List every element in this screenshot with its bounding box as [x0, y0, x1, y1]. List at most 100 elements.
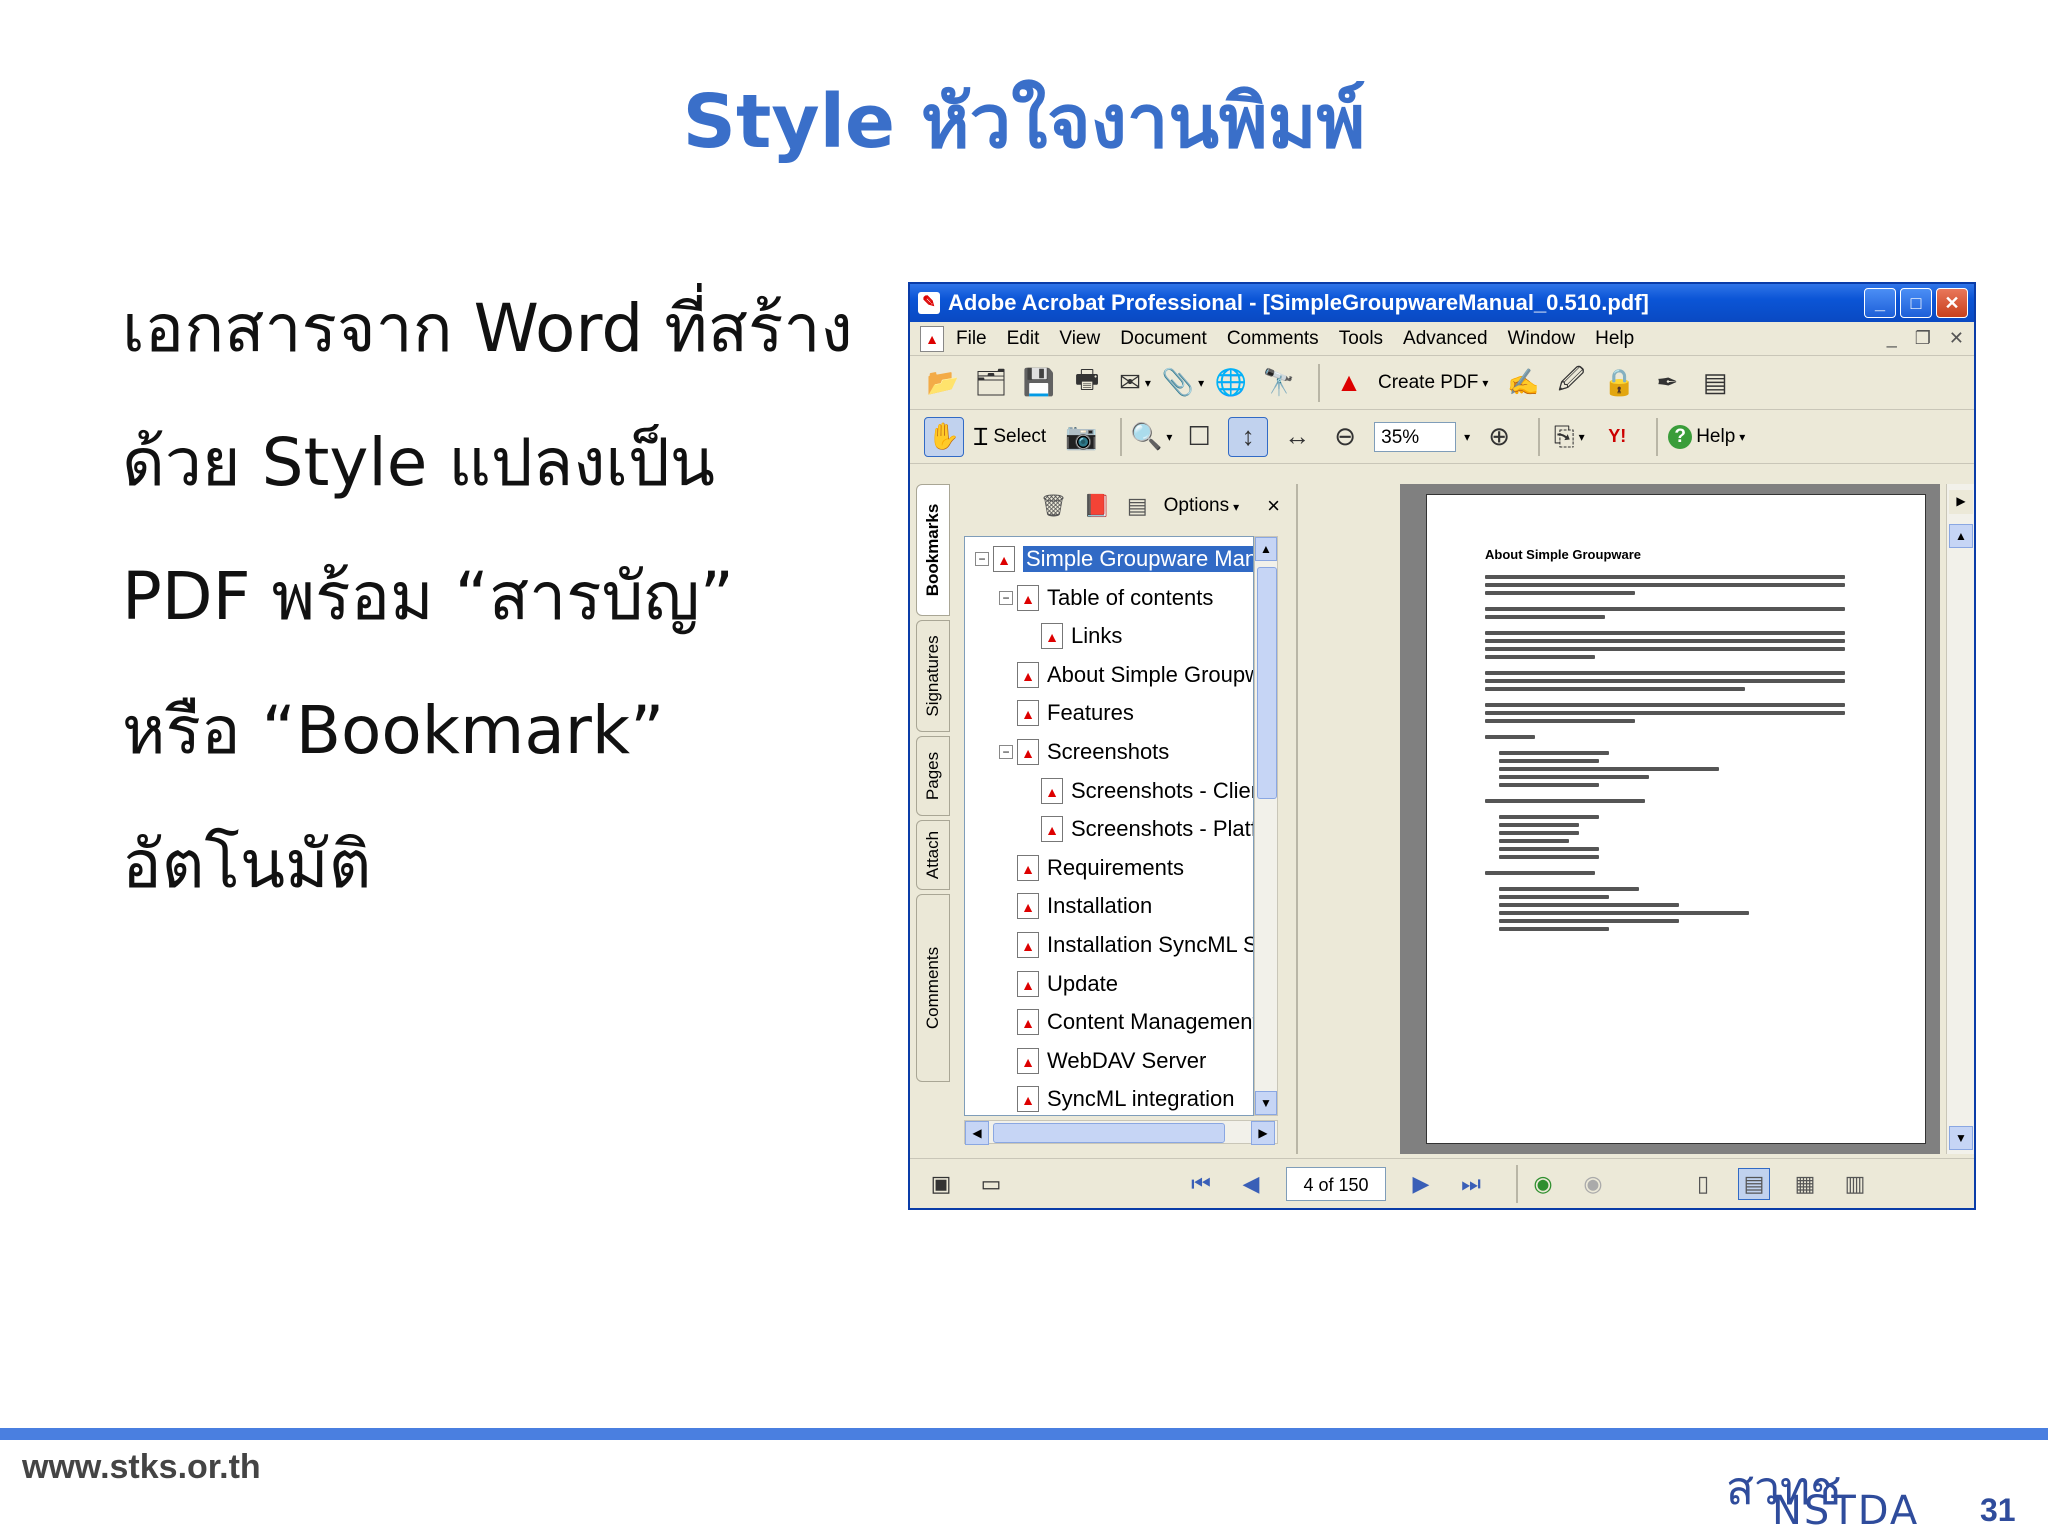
menu-edit[interactable]: Edit: [1007, 328, 1040, 350]
go-forward-icon[interactable]: ◉: [1578, 1169, 1608, 1199]
zoom-in-circle-icon[interactable]: ⊕: [1480, 418, 1518, 456]
open-icon[interactable]: 📂: [924, 364, 962, 402]
secure-lock-icon[interactable]: 🔒: [1600, 364, 1638, 402]
select-tool-button[interactable]: Ɪ Select: [974, 420, 1046, 453]
bookmark-item[interactable]: ▲ About Simple Groupware: [999, 657, 1253, 693]
scroll-thumb[interactable]: [1257, 567, 1277, 799]
new-bookmark-icon[interactable]: 📕: [1083, 493, 1110, 519]
collapse-toggle-icon[interactable]: −: [999, 745, 1013, 759]
menu-document[interactable]: Document: [1120, 328, 1207, 350]
tab-bookmarks[interactable]: Bookmarks: [916, 484, 950, 616]
zoom-in-icon[interactable]: 🔍 ▾: [1130, 418, 1172, 456]
pdf-page[interactable]: About Simple Groupware: [1426, 494, 1926, 1144]
continuous-page-icon[interactable]: ▤: [1738, 1167, 1770, 1200]
yahoo-icon[interactable]: Y!: [1598, 418, 1636, 456]
previous-page-icon[interactable]: ◀: [1236, 1169, 1266, 1199]
page-size-icon[interactable]: ▭: [976, 1169, 1006, 1199]
doc-close-button[interactable]: ✕: [1949, 328, 1964, 349]
fit-page-icon[interactable]: ↕: [1228, 416, 1269, 457]
bookmark-item[interactable]: ▲ Update: [999, 966, 1118, 1002]
minimize-button[interactable]: _: [1864, 288, 1896, 318]
continuous-facing-icon[interactable]: ▥: [1840, 1169, 1870, 1199]
tab-signatures[interactable]: Signatures: [916, 620, 950, 732]
bookmark-item[interactable]: ▲ Installation: [999, 888, 1152, 924]
bookmark-item[interactable]: ▲ Links: [1023, 618, 1122, 654]
search-binoculars-icon[interactable]: 🔭: [1260, 364, 1298, 402]
help-button[interactable]: ? Help ▾: [1668, 424, 1745, 449]
bookmark-item[interactable]: ▲ SyncML integration: [999, 1081, 1235, 1115]
scroll-down-arrow-icon[interactable]: ▼: [1949, 1126, 1973, 1150]
zoom-dropdown-icon[interactable]: ▾: [1464, 430, 1470, 444]
tab-attachments[interactable]: Attach: [916, 820, 950, 890]
document-view[interactable]: About Simple Groupware: [1400, 484, 1940, 1154]
create-pdf-button[interactable]: ▲ Create PDF ▾: [1330, 364, 1488, 402]
hand-tool-icon[interactable]: ✋: [924, 416, 964, 457]
options-menu[interactable]: Options ▾: [1164, 495, 1240, 517]
web-icon[interactable]: 🌐: [1212, 364, 1250, 402]
form-icon[interactable]: 🖉: [1552, 364, 1590, 402]
next-page-icon[interactable]: ▶: [1406, 1169, 1436, 1199]
tab-pages[interactable]: Pages: [916, 736, 950, 816]
doc-minimize-button[interactable]: _: [1887, 328, 1897, 349]
bookmark-item[interactable]: ▲ Screenshots - Platforms: [1023, 811, 1253, 847]
menu-view[interactable]: View: [1059, 328, 1100, 350]
bookmark-item[interactable]: ▲ Content Management: [999, 1004, 1253, 1040]
review-icon[interactable]: ✍: [1504, 364, 1542, 402]
sign-pen-icon[interactable]: ✒: [1648, 364, 1686, 402]
bookmark-item[interactable]: −▲ Simple Groupware Manual: [975, 541, 1253, 577]
bookmark-item[interactable]: ▲ WebDAV Server: [999, 1043, 1206, 1079]
expand-bookmark-icon[interactable]: ▤: [1127, 493, 1148, 519]
organizer-icon[interactable]: 🗂: [972, 364, 1010, 402]
delete-bookmark-icon[interactable]: 🗑: [1039, 493, 1067, 519]
menu-tools[interactable]: Tools: [1339, 328, 1383, 350]
menu-advanced[interactable]: Advanced: [1403, 328, 1488, 350]
attach-icon[interactable]: 📎 ▾: [1162, 364, 1204, 402]
bookmark-vertical-scrollbar[interactable]: ▲ ▼: [1254, 536, 1278, 1116]
window-titlebar[interactable]: ✎ Adobe Acrobat Professional - [SimpleGr…: [910, 284, 1974, 322]
document-vertical-scrollbar[interactable]: ▶ ▲ ▼: [1946, 484, 1974, 1154]
last-page-icon[interactable]: ⏭: [1456, 1169, 1486, 1199]
panel-expand-arrow-icon[interactable]: ▶: [1949, 490, 1973, 514]
tab-comments[interactable]: Comments: [916, 894, 950, 1082]
menu-window[interactable]: Window: [1508, 328, 1576, 350]
page-number-field[interactable]: 4 of 150: [1286, 1166, 1386, 1201]
menu-comments[interactable]: Comments: [1227, 328, 1319, 350]
scroll-up-arrow-icon[interactable]: ▲: [1949, 524, 1973, 548]
doc-restore-button[interactable]: ❐: [1915, 328, 1931, 349]
menu-file[interactable]: File: [956, 328, 987, 350]
rotate-page-icon[interactable]: ⎘ ▾: [1550, 418, 1588, 456]
collapse-toggle-icon[interactable]: −: [975, 552, 989, 566]
single-page-icon[interactable]: ▯: [1688, 1169, 1718, 1199]
print-icon[interactable]: 🖶: [1068, 364, 1106, 402]
zoom-level-field[interactable]: 35%: [1374, 421, 1457, 452]
save-icon[interactable]: 💾: [1020, 364, 1058, 402]
collapse-toggle-icon[interactable]: −: [999, 590, 1013, 605]
scroll-down-arrow-icon[interactable]: ▼: [1255, 1091, 1277, 1115]
actual-size-icon[interactable]: ☐: [1180, 418, 1218, 456]
menu-help[interactable]: Help: [1595, 328, 1634, 350]
scroll-up-arrow-icon[interactable]: ▲: [1255, 537, 1277, 561]
first-page-icon[interactable]: ⏮: [1186, 1169, 1216, 1199]
bookmark-item[interactable]: ▲ Installation SyncML Server: [999, 927, 1253, 963]
close-panel-icon[interactable]: ×: [1267, 493, 1280, 519]
email-icon[interactable]: ✉ ▾: [1116, 364, 1154, 402]
close-button[interactable]: ✕: [1936, 288, 1968, 318]
bookmark-item[interactable]: ▲ Screenshots - Client: [1023, 773, 1253, 809]
bookmark-item[interactable]: ▲ Requirements: [999, 850, 1184, 886]
document-icon[interactable]: ▲: [920, 325, 944, 352]
bookmark-item[interactable]: ▲ Features: [999, 695, 1134, 731]
scroll-thumb[interactable]: [993, 1123, 1225, 1143]
bookmark-item[interactable]: − ▲ Screenshots: [999, 734, 1169, 770]
zoom-out-circle-icon[interactable]: ⊖: [1326, 418, 1364, 456]
bookmark-item[interactable]: − ▲ Table of contents: [999, 580, 1213, 616]
go-back-icon[interactable]: ◉: [1528, 1169, 1558, 1199]
bookmark-horizontal-scrollbar[interactable]: ◀ ▶: [964, 1120, 1278, 1145]
fit-width-icon[interactable]: ↔: [1278, 418, 1316, 456]
pages-icon[interactable]: ▤: [1696, 364, 1734, 402]
facing-pages-icon[interactable]: ▦: [1790, 1169, 1820, 1199]
scroll-right-arrow-icon[interactable]: ▶: [1251, 1121, 1275, 1145]
maximize-button[interactable]: □: [1900, 288, 1932, 318]
scroll-left-arrow-icon[interactable]: ◀: [965, 1121, 989, 1145]
snapshot-camera-icon[interactable]: 📷: [1062, 418, 1100, 456]
page-layout-icon[interactable]: ▣: [926, 1169, 956, 1199]
